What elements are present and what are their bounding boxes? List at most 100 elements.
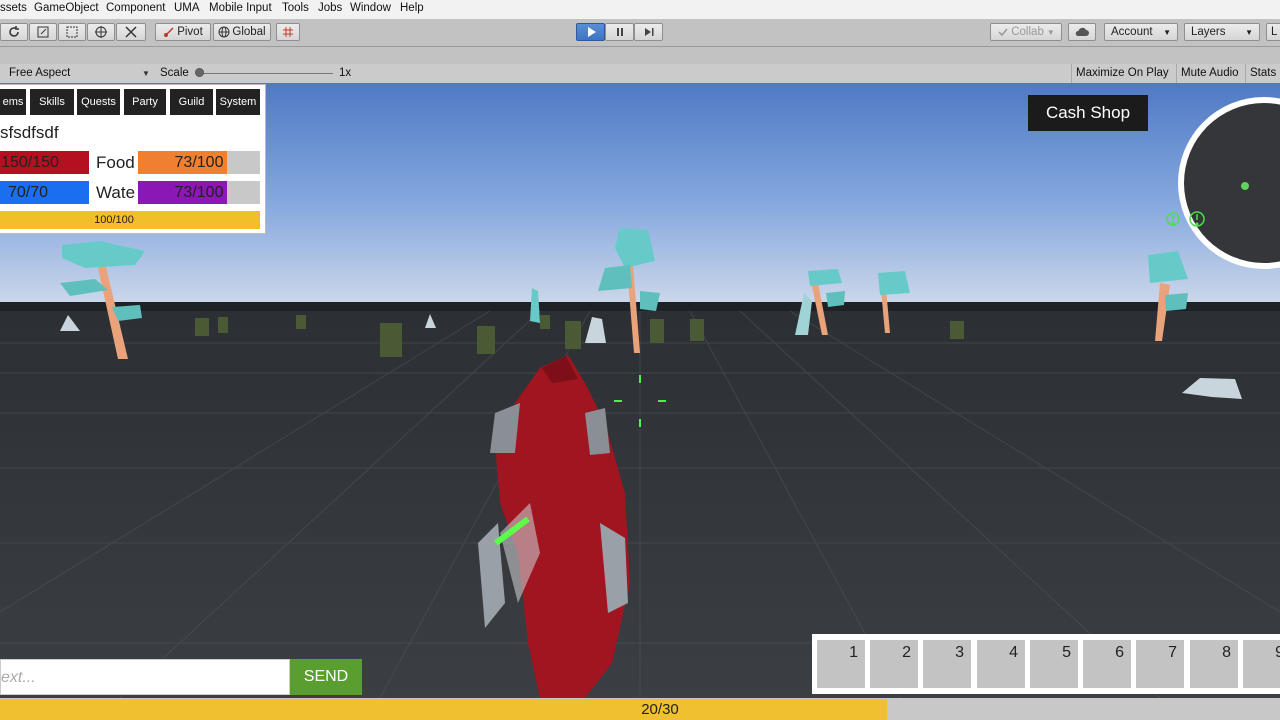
health-value: 150/150 (1, 153, 59, 171)
pivot-toggle[interactable]: Pivot (155, 23, 211, 41)
water-bar: 73/100 (138, 181, 260, 204)
global-toggle[interactable]: Global (213, 23, 271, 41)
check-icon (998, 28, 1008, 37)
transform-tool-button[interactable] (87, 23, 115, 41)
chevron-down-icon: ▼ (1046, 27, 1055, 37)
experience-bar: 20/30 (0, 699, 1280, 720)
rect-tool-button[interactable] (58, 23, 86, 41)
hotbar-slot[interactable]: 5 (1030, 640, 1078, 688)
layout-label: L (1271, 26, 1278, 38)
cloud-button[interactable] (1068, 23, 1096, 41)
collab-label: Collab (1011, 26, 1044, 38)
slot-number: 9 (1275, 644, 1280, 661)
pause-button[interactable] (605, 23, 634, 41)
menu-uma[interactable]: UMA (174, 2, 200, 14)
character-name: sfsdfsdf (0, 123, 59, 142)
grid-snap-button[interactable] (276, 23, 300, 41)
cash-shop-button[interactable]: Cash Shop (1028, 95, 1148, 131)
chevron-down-icon: ▼ (142, 69, 150, 78)
collab-dropdown[interactable]: Collab ▼ (990, 23, 1062, 41)
character-status-panel: ems Skills Quests Party Guild System sfs… (0, 84, 266, 234)
hotbar-slot[interactable]: 7 (1136, 640, 1184, 688)
hotbar-slot[interactable]: 6 (1083, 640, 1131, 688)
slot-number: 5 (1062, 644, 1071, 661)
custom-tool-button[interactable] (116, 23, 146, 41)
layers-label: Layers (1191, 26, 1226, 38)
menu-help[interactable]: Help (400, 2, 424, 14)
tab-party[interactable]: Party (124, 89, 166, 115)
chevron-down-icon: ▼ (1245, 27, 1253, 37)
stamina-bar: 100/100 (0, 211, 260, 229)
pivot-icon (164, 27, 174, 37)
experience-value: 20/30 (641, 701, 679, 718)
menu-mobile-input[interactable]: Mobile Input (209, 2, 272, 14)
pivot-label: Pivot (177, 26, 203, 38)
hotbar-slot[interactable]: 1 (817, 640, 865, 688)
layout-dropdown[interactable]: L (1266, 23, 1280, 41)
cloud-icon (1075, 27, 1089, 36)
tab-guild[interactable]: Guild (170, 89, 213, 115)
aspect-dropdown[interactable]: Free Aspect ▼ (0, 65, 153, 82)
menu-window[interactable]: Window (350, 2, 391, 14)
stamina-value: 100/100 (94, 214, 134, 226)
send-button[interactable]: SEND (290, 659, 362, 695)
mute-audio-toggle[interactable]: Mute Audio (1181, 67, 1239, 79)
scale-value: 1x (339, 67, 352, 79)
layers-dropdown[interactable]: Layers ▼ (1184, 23, 1260, 41)
slot-number: 6 (1115, 644, 1124, 661)
rotate-tool-button[interactable] (0, 23, 28, 41)
hotbar-slot[interactable]: 9 (1243, 640, 1280, 688)
water-value: 73/100 (174, 183, 224, 201)
chat-input[interactable]: ext... (0, 659, 290, 695)
water-label: Wate (96, 183, 136, 202)
tab-quests[interactable]: Quests (77, 89, 120, 115)
tab-strip (0, 47, 1280, 64)
grid-icon (283, 27, 293, 37)
step-button[interactable] (634, 23, 663, 41)
hotbar-slot[interactable]: 4 (977, 640, 1025, 688)
slot-number: 7 (1168, 644, 1177, 661)
scale-slider-track[interactable] (199, 73, 333, 74)
global-label: Global (232, 26, 266, 38)
transform-icon (95, 26, 107, 38)
menu-assets[interactable]: ssets (0, 2, 27, 14)
chevron-down-icon: ▼ (1163, 27, 1171, 37)
hotbar-slot[interactable]: 2 (870, 640, 918, 688)
minimap-marker-icon (1241, 182, 1249, 190)
chat-placeholder: ext... (1, 669, 36, 686)
slot-number: 8 (1222, 644, 1231, 661)
slot-number: 3 (955, 644, 964, 661)
menu-jobs[interactable]: Jobs (318, 2, 342, 14)
tab-skills[interactable]: Skills (30, 89, 74, 115)
mana-value: 70/70 (7, 183, 49, 201)
aspect-label: Free Aspect (9, 67, 71, 79)
scale-label: Scale (160, 67, 189, 79)
globe-icon (218, 26, 230, 38)
scale-slider-thumb[interactable] (195, 68, 204, 77)
divider (1071, 64, 1072, 83)
tab-system[interactable]: System (216, 89, 260, 115)
minimap-render (1166, 97, 1280, 269)
food-label: Food (96, 153, 135, 172)
menu-component[interactable]: Component (106, 2, 165, 14)
menu-gameobject[interactable]: GameObject (34, 2, 99, 14)
skill-hotbar: 1 2 3 4 5 6 7 8 9 (812, 634, 1280, 694)
hotbar-slot[interactable]: 3 (923, 640, 971, 688)
slot-number: 4 (1009, 644, 1018, 661)
menu-bar: ssets GameObject Component UMA Mobile In… (0, 0, 1280, 20)
hotbar-slot[interactable]: 8 (1190, 640, 1238, 688)
tools-icon (125, 26, 137, 38)
maximize-on-play-toggle[interactable]: Maximize On Play (1076, 67, 1169, 79)
step-icon (644, 28, 653, 36)
menu-tools[interactable]: Tools (282, 2, 309, 14)
stats-toggle[interactable]: Stats (1250, 67, 1276, 79)
play-button[interactable] (576, 23, 605, 41)
scale-tool-button[interactable] (29, 23, 57, 41)
minimap[interactable] (1156, 96, 1280, 271)
tab-items[interactable]: ems (0, 89, 26, 115)
health-bar: 150/150 (0, 151, 89, 174)
rect-icon (66, 26, 78, 38)
divider (1245, 64, 1246, 83)
game-view-header: Free Aspect ▼ Scale 1x Maximize On Play … (0, 64, 1280, 84)
account-dropdown[interactable]: Account ▼ (1104, 23, 1178, 41)
